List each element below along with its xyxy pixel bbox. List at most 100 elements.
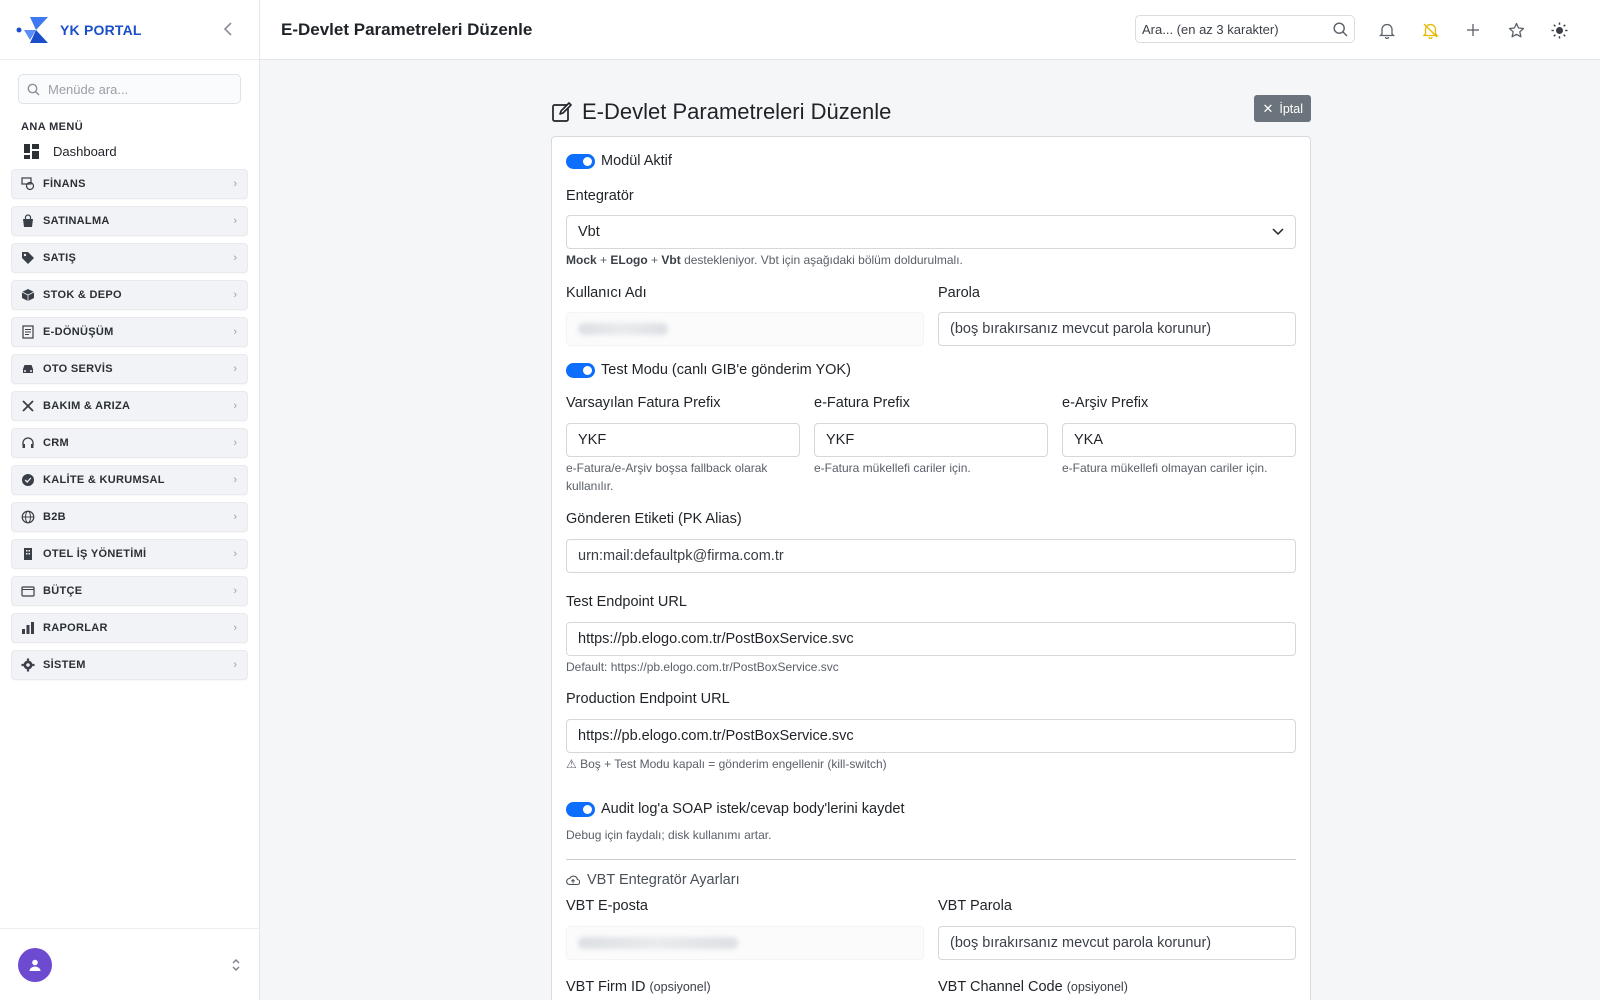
test-endpoint-help: Default: https://pb.elogo.com.tr/PostBox… [566,660,839,674]
password-input[interactable] [938,312,1296,346]
test-mode-label: Test Modu (canlı GIB'e gönderim YOK) [601,362,851,378]
sidebar-item-label: SATIŞ [43,252,77,264]
sidebar-item-oto-servis[interactable]: OTO SERVİS › [11,354,248,384]
search-icon[interactable] [1333,21,1348,37]
help-sep: + [647,253,662,267]
sender-alias-label: Gönderen Etiketi (PK Alias) [566,511,742,527]
sidebar-item-raporlar[interactable]: RAPORLAR › [11,613,248,643]
bar-chart-icon [21,621,35,635]
default-prefix-help: e-Fatura/e-Arşiv boşsa fallback olarak k… [566,461,768,493]
chevron-left-icon [223,22,232,36]
sidebar-item-satis[interactable]: SATIŞ › [11,243,248,273]
sidebar-item-otel-is-yonetimi[interactable]: OTEL İŞ YÖNETİMİ › [11,539,248,569]
finance-icon [21,177,35,191]
toggle-switch[interactable] [566,153,595,169]
prod-endpoint-input[interactable] [566,719,1296,753]
menu-search-input[interactable] [48,81,228,97]
vbt-channel-label: VBT Channel Code (opsiyonel) [938,979,1128,995]
sidebar-item-dashboard[interactable]: Dashboard [24,142,259,160]
document-icon [21,325,35,339]
sidebar-item-bakim-ariza[interactable]: BAKIM & ARIZA › [11,391,248,421]
module-active-toggle[interactable]: Modül Aktif [566,153,672,169]
chevron-right-icon: › [233,326,237,338]
sidebar-item-finans[interactable]: FİNANS › [11,169,248,199]
sidebar-item-crm[interactable]: CRM › [11,428,248,458]
vbt-email-redacted [578,937,738,949]
sidebar-item-b2b[interactable]: B2B › [11,502,248,532]
form-header: E-Devlet Parametreleri Düzenle ✕ İptal [551,94,1311,130]
avatar[interactable] [18,947,52,982]
chevron-right-icon: › [233,289,237,301]
vbt-password-input[interactable] [938,926,1296,960]
integrator-select[interactable]: Vbt [566,215,1296,249]
tools-icon [21,399,35,413]
bell-icon [1379,23,1395,39]
sidebar-item-kalite-kurumsal[interactable]: KALİTE & KURUMSAL › [11,465,248,495]
collapse-sidebar-button[interactable] [219,20,237,38]
sidebar-item-e-donusum[interactable]: E-DÖNÜŞÜM › [11,317,248,347]
section-divider [566,859,1296,860]
dashboard-icon [24,143,39,159]
earsiv-prefix-input[interactable] [1062,423,1296,457]
earsiv-prefix-label: e-Arşiv Prefix [1062,395,1149,411]
chevron-right-icon: › [233,622,237,634]
global-search-box [1135,15,1355,43]
theme-toggle-button[interactable] [1547,18,1571,42]
audit-log-toggle[interactable]: Audit log'a SOAP istek/cevap body'lerini… [566,801,905,817]
chevron-right-icon: › [233,659,237,671]
car-icon [21,362,35,376]
sidebar-item-label: BÜTÇE [43,585,83,597]
star-icon [1508,22,1524,37]
gear-icon [21,658,35,672]
section-label: ANA MENÜ [21,121,84,133]
brand-name: YK PORTAL [60,21,142,38]
cancel-button-label: İptal [1279,101,1303,116]
sidebar-item-label: FİNANS [43,178,86,190]
bell-slash-icon [1421,23,1439,39]
module-active-label: Modül Aktif [601,153,672,169]
global-search-input[interactable] [1142,21,1322,37]
test-endpoint-label: Test Endpoint URL [566,594,687,610]
chevron-right-icon: › [233,252,237,264]
menu-search-box [18,74,241,104]
close-icon: ✕ [1262,100,1274,116]
sidebar-item-satinalma[interactable]: SATINALMA › [11,206,248,236]
default-prefix-input[interactable] [566,423,800,457]
sidebar-item-label: SİSTEM [43,659,86,671]
user-menu[interactable] [0,928,259,1000]
prod-endpoint-label: Production Endpoint URL [566,691,730,707]
test-endpoint-input[interactable] [566,622,1296,656]
sidebar-item-butce[interactable]: BÜTÇE › [11,576,248,606]
toggle-switch[interactable] [566,801,595,817]
sidebar-item-label: E-DÖNÜŞÜM [43,326,114,338]
chevron-right-icon: › [233,511,237,523]
vbt-section-title: VBT Entegratör Ayarları [587,872,740,888]
favorites-button[interactable] [1504,18,1528,42]
test-mode-toggle[interactable]: Test Modu (canlı GIB'e gönderim YOK) [566,362,851,378]
sidebar-item-label: SATINALMA [43,215,110,227]
cancel-button[interactable]: ✕ İptal [1254,95,1311,122]
chevron-down-icon [1272,228,1284,236]
chevron-up-down-icon[interactable] [231,958,241,972]
add-button[interactable] [1461,18,1485,42]
mute-notifications-button[interactable] [1418,18,1442,42]
integrator-selected-value: Vbt [578,224,600,240]
help-rest: destekleniyor. Vbt için aşağıdaki bölüm … [680,253,963,267]
help-sep: + [596,253,611,267]
badge-check-icon [21,473,35,487]
help-mock: Mock [566,253,597,267]
default-prefix-label: Varsayılan Fatura Prefix [566,395,721,411]
sun-icon [1551,22,1567,38]
sidebar-item-label: OTEL İŞ YÖNETİMİ [43,548,147,560]
sender-alias-input[interactable] [566,539,1296,573]
chevron-right-icon: › [233,215,237,227]
sidebar-item-sistem[interactable]: SİSTEM › [11,650,248,680]
toggle-switch[interactable] [566,362,595,378]
vbt-firm-label-text: VBT Firm ID [566,979,646,995]
chevron-right-icon: › [233,178,237,190]
efatura-prefix-input[interactable] [814,423,1048,457]
search-icon [27,83,40,95]
sidebar-item-stok-depo[interactable]: STOK & DEPO › [11,280,248,310]
notifications-button[interactable] [1375,18,1399,42]
page-title: E-Devlet Parametreleri Düzenle [281,19,533,39]
